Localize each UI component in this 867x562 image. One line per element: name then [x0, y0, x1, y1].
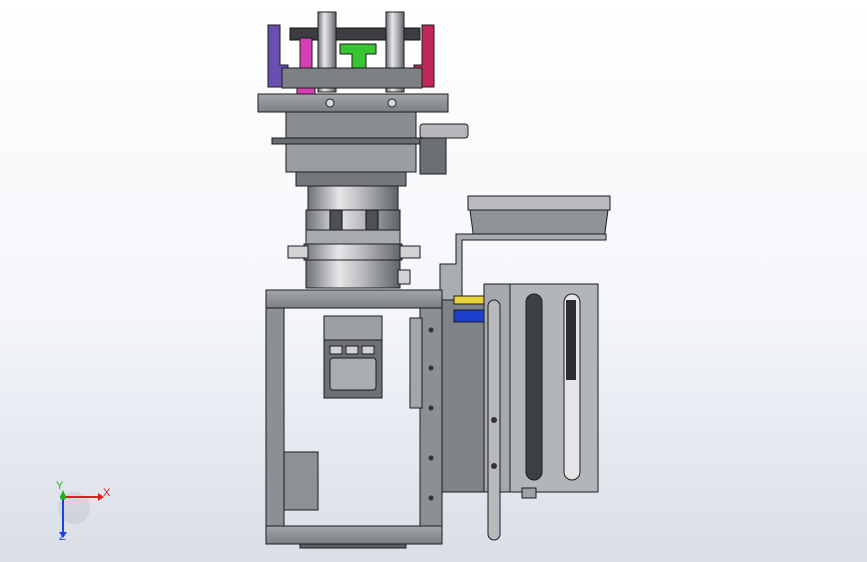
- triad-y-label: Y: [56, 480, 64, 492]
- cad-viewport[interactable]: X Y Z: [0, 0, 867, 562]
- screw-left: [287, 245, 309, 259]
- motor-block: [283, 451, 319, 511]
- head-block: [271, 111, 469, 187]
- top-fixture: [257, 11, 449, 113]
- screw-right: [399, 245, 421, 259]
- assembly-drawing: [58, 11, 611, 549]
- triad-z-label: Z: [59, 531, 66, 543]
- pneumatic-fitting: [419, 123, 469, 139]
- triad-x-label: X: [103, 487, 111, 499]
- rotary-cylinder: [287, 185, 421, 289]
- feeder-bowl: [467, 195, 611, 241]
- sensor-module: [323, 315, 383, 399]
- fixture-base-plate: [257, 93, 449, 113]
